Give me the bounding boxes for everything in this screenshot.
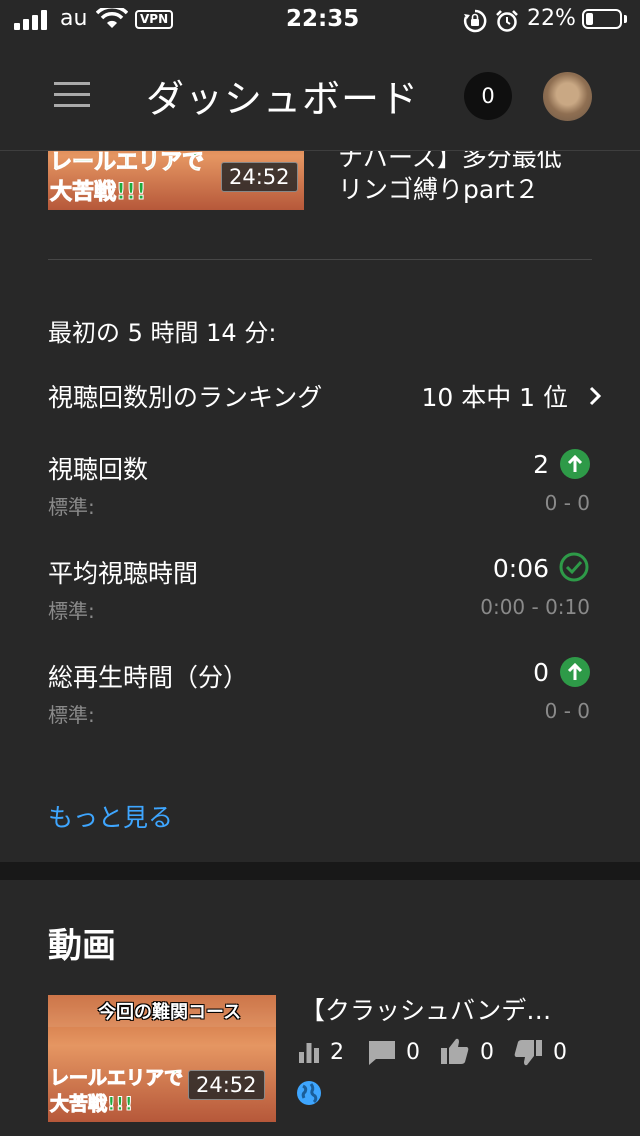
alarm-icon: [496, 10, 518, 32]
avatar[interactable]: [543, 72, 592, 121]
views-standard-value: 0 - 0: [544, 491, 590, 515]
clock: 22:35: [286, 6, 360, 32]
battery-icon: [582, 9, 622, 29]
chevron-right-icon: [589, 386, 602, 406]
globe-icon: [297, 1081, 321, 1105]
views-value: 2: [533, 450, 549, 479]
dislikes-count: 0: [553, 1040, 567, 1065]
videos-section-title: 動画: [48, 926, 116, 966]
signal-icon: [14, 10, 50, 30]
total-watch-time-standard-value: 0 - 0: [544, 699, 590, 723]
bar-chart-icon: [299, 1043, 319, 1063]
battery-tip: [624, 15, 627, 23]
thumbnail-caption: レールエリアで 大苦戦!!!: [49, 1067, 184, 1116]
orientation-lock-icon: [463, 9, 487, 33]
see-more-link[interactable]: もっと見る: [48, 798, 173, 834]
comment-icon: [369, 1041, 395, 1065]
duration-badge: 24:52: [188, 1070, 265, 1100]
arrow-up-icon: [560, 449, 590, 479]
section-separator: [0, 862, 640, 880]
vpn-icon: VPN: [135, 10, 174, 29]
likes-count: 0: [480, 1040, 494, 1065]
top-video-title-line2[interactable]: リンゴ縛りpart２: [338, 174, 539, 206]
check-circle-icon: [559, 552, 589, 582]
carrier-name: au: [60, 6, 88, 31]
video-thumbnail[interactable]: 今回の難関コース レールエリアで 大苦戦!!! 24:52: [48, 995, 276, 1122]
ranking-label: 視聴回数別のランキング: [48, 383, 323, 412]
battery-percent: 22%: [527, 6, 576, 31]
app-header: ダッシュボード 0: [0, 42, 640, 151]
total-watch-time-label: 総再生時間（分）: [48, 663, 249, 692]
total-watch-time-standard-label: 標準:: [48, 703, 95, 727]
thumbnail-caption: レールエリアで 大苦戦!!!: [49, 150, 205, 206]
hamburger-menu-icon[interactable]: [54, 82, 90, 108]
thumbs-down-icon: [514, 1040, 542, 1066]
duration-badge: 24:52: [221, 162, 298, 192]
video-title[interactable]: 【クラッシュバンデ…: [300, 995, 551, 1027]
divider: [48, 259, 592, 260]
ranking-value: 10 本中 1 位: [421, 383, 568, 412]
thumbnail-top-caption: 今回の難関コース: [98, 1002, 242, 1023]
status-bar: au VPN 22:35 22%: [0, 0, 640, 42]
arrow-up-icon: [560, 657, 590, 687]
avg-watch-time-standard-label: 標準:: [48, 599, 95, 623]
avg-watch-time-label: 平均視聴時間: [48, 559, 199, 588]
views-standard-label: 標準:: [48, 495, 95, 519]
comments-count: 0: [406, 1040, 420, 1065]
total-watch-time-value: 0: [533, 658, 549, 687]
wifi-icon: [96, 8, 128, 28]
page-title: ダッシュボード: [146, 77, 420, 121]
views-count: 2: [330, 1040, 344, 1065]
avg-watch-time-standard-value: 0:00 - 0:10: [480, 595, 590, 619]
thumbs-up-icon: [441, 1038, 469, 1064]
views-label: 視聴回数: [48, 455, 149, 484]
avg-watch-time-value: 0:06: [492, 554, 549, 583]
period-label: 最初の 5 時間 14 分:: [48, 319, 277, 347]
notification-count-badge[interactable]: 0: [464, 72, 512, 120]
